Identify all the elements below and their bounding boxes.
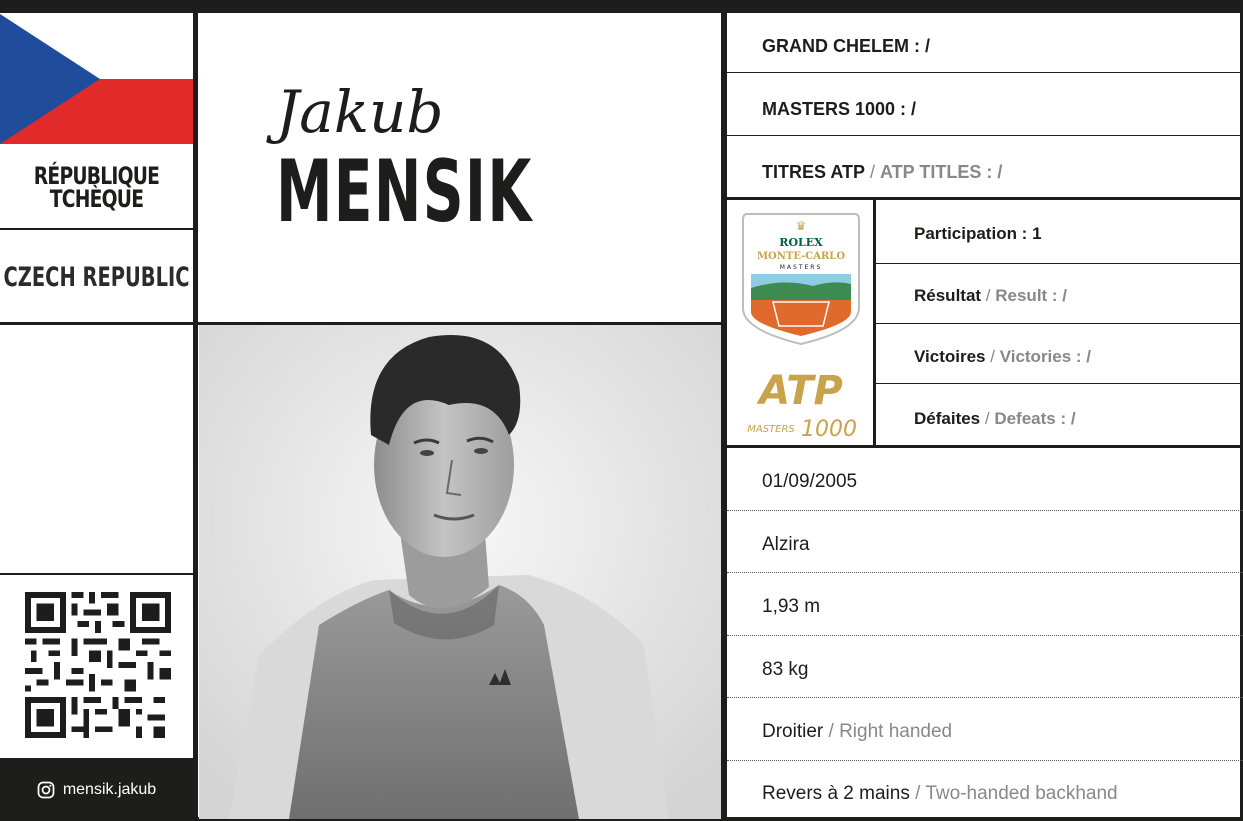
victories-row: Victoires / Victories : /	[914, 347, 1092, 366]
logo-monte-carlo: MONTE-CARLO	[757, 251, 845, 262]
row-divider	[727, 697, 1243, 698]
player-first-name: Jakub	[276, 78, 444, 146]
playing-hand: Droitier / Right handed	[762, 721, 953, 742]
country-name-en: CZECH REPUBLIC	[3, 261, 190, 293]
participation-row: Participation : 1	[914, 224, 1042, 243]
records-bottom-rule	[727, 197, 1243, 200]
row-divider	[876, 383, 1243, 384]
birth-date: 01/09/2005	[762, 471, 858, 492]
row-divider	[727, 760, 1243, 761]
crown-icon: ♛	[796, 219, 807, 233]
qr-code[interactable]	[25, 592, 171, 738]
masters-1000-row: MASTERS 1000 : /	[762, 99, 917, 119]
left-column-divider	[193, 13, 198, 821]
tournament-bottom-rule	[727, 445, 1243, 448]
top-border	[0, 0, 1243, 13]
country-name-fr: RÉPUBLIQUE TCHÈQUE	[33, 162, 160, 213]
qr-top-rule	[0, 573, 193, 575]
atp-masters-label: MASTERS	[747, 424, 795, 435]
row-divider	[876, 323, 1243, 324]
defeats-row: Défaites / Defeats : /	[914, 409, 1076, 428]
grand-chelem-row: GRAND CHELEM : /	[762, 36, 930, 56]
instagram-icon	[37, 781, 55, 798]
result-row: Résultat / Result : /	[914, 286, 1068, 305]
weight: 83 kg	[762, 659, 809, 680]
backhand: Revers à 2 mains / Two-handed backhand	[762, 783, 1118, 804]
player-photo	[199, 325, 721, 819]
monte-carlo-masters-logo: ♛ ROLEX MONTE-CARLO MASTERS ATP MASTERS …	[742, 213, 860, 440]
atp-1000-label: 1000	[801, 417, 857, 440]
player-card: RÉPUBLIQUE TCHÈQUE CZECH REPUBLIC mensik…	[0, 0, 1243, 821]
row-divider	[727, 510, 1243, 511]
atp-logo: ATP	[756, 368, 843, 414]
row-divider	[727, 635, 1243, 636]
czech-flag	[0, 14, 193, 144]
instagram-link[interactable]: mensik.jakub	[0, 758, 193, 821]
row-divider	[727, 572, 1243, 573]
logo-masters: MASTERS	[780, 264, 823, 271]
logo-rolex: ROLEX	[779, 236, 823, 249]
instagram-handle: mensik.jakub	[62, 780, 157, 798]
row-divider	[727, 72, 1243, 73]
residence: Alzira	[762, 534, 810, 555]
row-divider	[727, 135, 1243, 136]
player-last-name: MENSIK	[276, 142, 533, 242]
height: 1,93 m	[762, 596, 821, 617]
atp-titles-row: TITRES ATP / ATP TITLES : /	[762, 162, 1003, 182]
row-divider	[876, 263, 1243, 264]
